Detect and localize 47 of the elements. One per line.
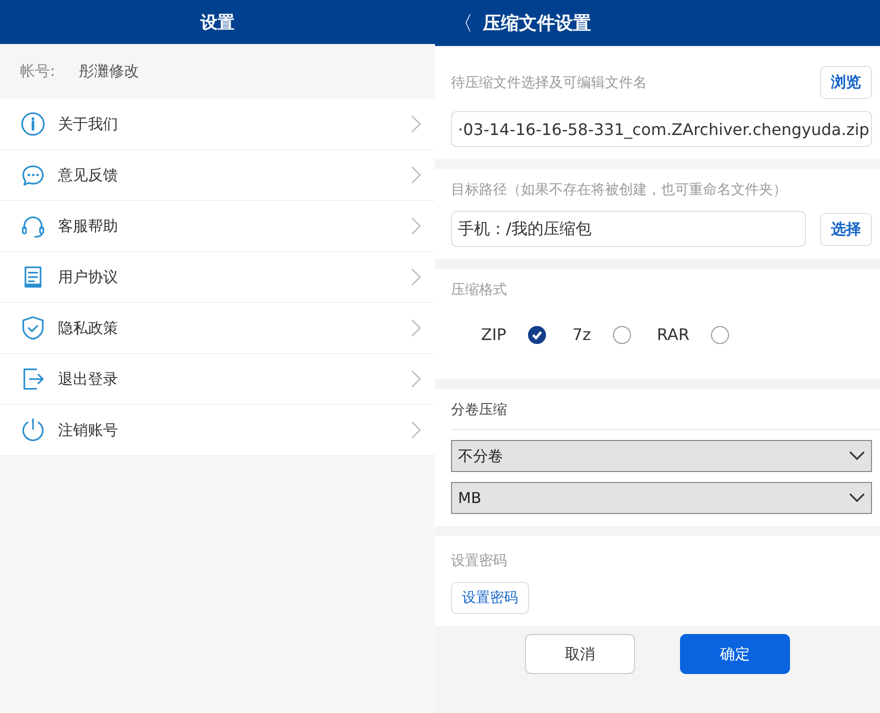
password-button[interactable]: 设置密码 [451,582,529,614]
field-label: 待压缩文件选择及可编辑文件名 [451,74,648,92]
cancel-button[interactable]: 取消 [525,634,635,674]
account-label: 帐号: [20,62,56,81]
radio-button[interactable] [711,326,730,344]
screen-title: 压缩文件设置 [483,12,591,35]
settings-item[interactable]: 退出登录 [0,354,435,405]
settings-item[interactable]: 意见反馈 [0,150,435,201]
settings-item[interactable]: 关于我们 [0,99,435,150]
chevron-icon [411,217,421,235]
screen-title: 设置 [200,12,234,34]
dropdown[interactable]: 不分卷 [451,440,872,472]
section-label: 分卷压缩 [451,401,508,419]
chevron-icon [411,370,421,388]
option-label: RAR [656,325,690,344]
back-button[interactable]: 〈 [453,10,473,36]
option-label: 7z [572,325,591,344]
field-label: 压缩格式 [451,281,508,299]
dropdown-value: MB [458,489,482,507]
option-label: ZIP [481,325,506,344]
radio-button[interactable] [528,326,546,344]
chevron-down-icon [849,493,865,503]
dropdown[interactable]: MB [451,482,872,514]
field-label: 目标路径（如果不存在将被创建，也可重命名文件夹） [451,181,788,199]
chevron-icon [411,115,421,133]
chevron-down-icon [849,451,865,461]
browse-button[interactable]: 浏览 [820,66,872,99]
power-icon [20,417,46,443]
chevron-icon [411,421,421,439]
chevron-icon [411,319,421,337]
chevron-icon [411,166,421,184]
settings-item[interactable]: 用户协议 [0,252,435,303]
settings-item[interactable]: 注销账号 [0,405,435,456]
confirm-button[interactable]: 确定 [680,634,790,674]
check-icon [531,328,544,340]
info-icon [20,111,46,137]
chevron-icon [411,268,421,286]
radio-button[interactable] [612,326,631,344]
filename-field[interactable]: ·03-14-16-16-58-331_com.ZArchiver.chengyuda.zip [451,111,872,147]
settings-item[interactable]: 客服帮助 [0,201,435,252]
path-field[interactable]: 手机：/我的压缩包 [451,211,806,247]
choose-button[interactable]: 选择 [820,212,872,246]
account-name: 彤灘修改 [79,62,140,81]
dropdown-value: 不分卷 [458,446,503,466]
section-label: 设置密码 [451,552,508,570]
shield-icon [20,315,46,341]
settings-item[interactable]: 隐私政策 [0,303,435,354]
